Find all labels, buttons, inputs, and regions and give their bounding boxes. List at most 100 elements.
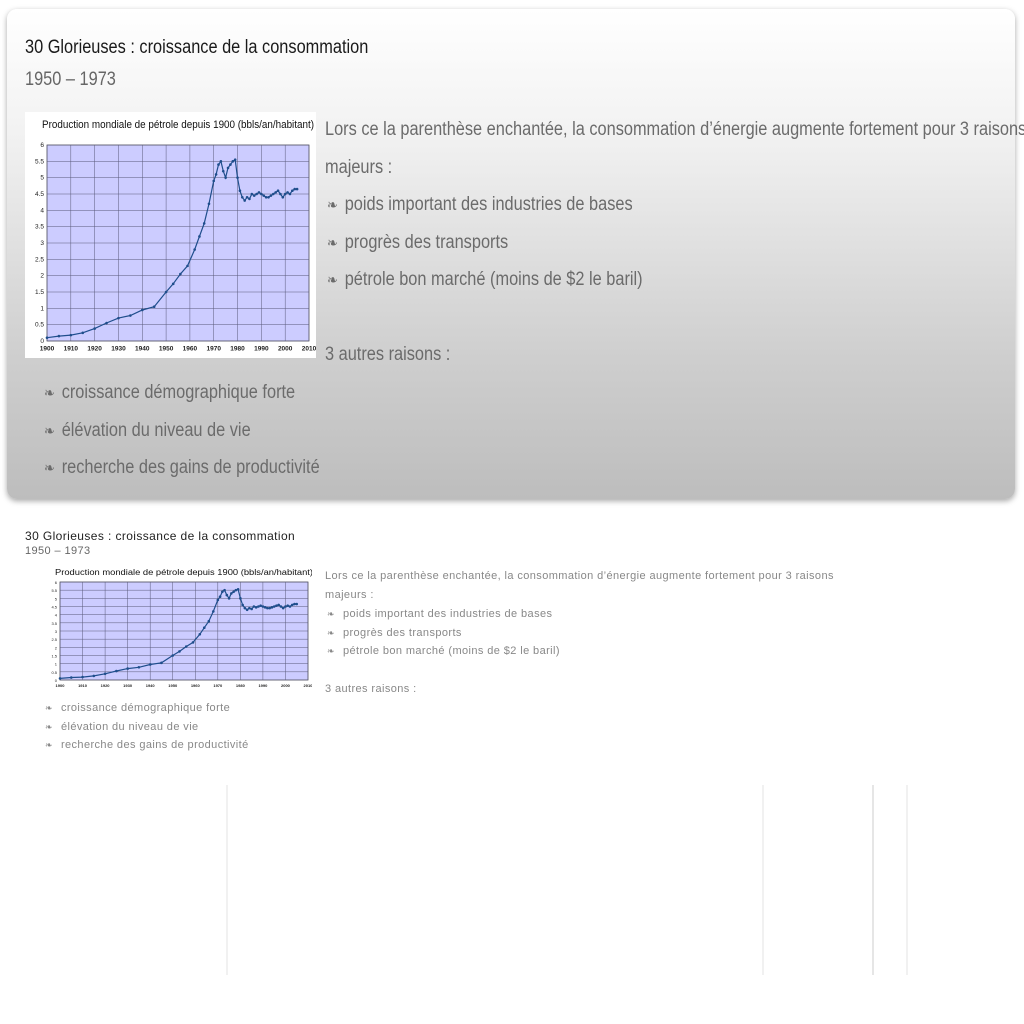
data-point xyxy=(257,191,261,194)
intro-line-2: majeurs : xyxy=(325,157,393,178)
data-point xyxy=(93,327,96,330)
oil-chart-small-svg: Production mondiale de pétrole depuis 19… xyxy=(51,568,313,688)
data-point xyxy=(223,588,226,592)
data-point xyxy=(225,593,229,597)
other-reason-label: croissance démographique forte xyxy=(61,382,296,403)
reason-label: pétrole bon marché (moins de $2 le baril… xyxy=(344,269,643,290)
data-point xyxy=(257,605,260,608)
outline-other-label: croissance démographique forte xyxy=(60,702,231,714)
y-tick-label: 4.5 xyxy=(51,605,57,610)
outline-other-label: recherche des gains de productivité xyxy=(60,739,249,751)
reason-item: ❧ progrès des transports xyxy=(327,232,508,254)
data-point xyxy=(179,272,182,276)
data-point xyxy=(281,606,285,610)
other-reason-item: ❧ croissance démographique forte xyxy=(44,382,295,404)
reason-item: ❧ poids important des industries de bases xyxy=(327,194,633,216)
data-point xyxy=(207,202,211,206)
data-point xyxy=(248,197,251,201)
data-point xyxy=(252,194,256,197)
data-point xyxy=(171,282,175,286)
outline-other-item: ❧ recherche des gains de productivité xyxy=(45,739,249,751)
x-tick-label: 2000 xyxy=(278,346,293,353)
data-point xyxy=(164,290,168,294)
data-point xyxy=(202,626,206,630)
slide-preview[interactable]: 30 Glorieuses : croissance de la consomm… xyxy=(7,9,1024,499)
data-point xyxy=(198,235,201,238)
outline-reason-label: poids important des industries de bases xyxy=(342,608,553,620)
data-point xyxy=(219,160,223,163)
data-point xyxy=(279,192,282,196)
data-point xyxy=(286,604,290,607)
reason-item: ❧ pétrole bon marché (moins de $2 le bari… xyxy=(327,269,643,291)
bullet-icon: ❧ xyxy=(327,628,335,638)
data-point xyxy=(270,606,274,609)
data-point xyxy=(295,602,299,606)
y-tick-label: 3 xyxy=(55,629,58,634)
y-tick-label: 0.5 xyxy=(51,670,57,675)
outline-reason-label: pétrole bon marché (moins de $2 le baril… xyxy=(342,645,560,657)
data-point xyxy=(105,321,108,325)
data-point xyxy=(58,677,62,680)
data-point xyxy=(245,195,249,199)
y-tick-label: 3.5 xyxy=(35,224,44,231)
chart-title: Production mondiale de pétrole depuis 19… xyxy=(55,568,312,577)
other-reasons-heading: 3 autres raisons : xyxy=(325,344,451,365)
data-point xyxy=(202,222,206,225)
data-point xyxy=(254,606,258,609)
data-point xyxy=(264,195,268,199)
other-reason-item: ❧ élévation du niveau de vie xyxy=(44,420,251,442)
x-tick-label: 1910 xyxy=(78,683,88,688)
data-point xyxy=(218,595,222,598)
data-point xyxy=(234,588,238,592)
data-point xyxy=(212,610,215,613)
x-tick-label: 1960 xyxy=(191,683,201,688)
y-tick-label: 1.5 xyxy=(51,654,57,659)
y-tick-label: 4 xyxy=(40,207,44,214)
data-point xyxy=(293,187,297,191)
data-point xyxy=(272,605,276,608)
outline-intro-line-2: majeurs : xyxy=(325,589,374,601)
data-point xyxy=(238,189,242,193)
y-tick-label: 0 xyxy=(40,338,44,345)
data-point xyxy=(269,194,273,197)
oil-chart-small: Production mondiale de pétrole depuis 19… xyxy=(40,566,313,692)
bullet-icon: ❧ xyxy=(327,235,338,252)
data-point xyxy=(261,605,265,608)
x-tick-label: 2010 xyxy=(304,683,312,688)
y-tick-label: 1 xyxy=(55,662,58,667)
outline-reason-label: progrès des transports xyxy=(342,627,462,639)
data-point xyxy=(279,605,283,608)
y-tick-label: 5.5 xyxy=(35,158,44,165)
x-tick-label: 1900 xyxy=(40,346,55,353)
data-point xyxy=(198,632,202,636)
data-point xyxy=(214,173,218,176)
divider xyxy=(762,785,764,975)
x-tick-label: 1920 xyxy=(87,346,102,353)
data-point xyxy=(243,199,246,202)
x-tick-label: 1970 xyxy=(206,346,221,353)
y-tick-label: 3 xyxy=(40,240,44,247)
data-point xyxy=(236,176,239,179)
data-point xyxy=(115,669,118,673)
y-tick-label: 3.5 xyxy=(51,621,57,626)
data-point xyxy=(81,331,85,335)
y-tick-label: 1.5 xyxy=(35,289,44,296)
x-tick-label: 1990 xyxy=(254,346,269,353)
outline-reason-item: ❧ pétrole bon marché (moins de $2 le bari… xyxy=(327,645,560,657)
data-point xyxy=(92,674,96,678)
y-tick-label: 2.5 xyxy=(51,637,57,642)
outline-other-label: élévation du niveau de vie xyxy=(60,721,199,733)
oil-chart-svg: Production mondiale de pétrole depuis 19… xyxy=(35,119,317,353)
data-point xyxy=(217,163,220,166)
divider xyxy=(906,785,908,975)
data-point xyxy=(248,606,251,610)
data-point xyxy=(274,191,277,194)
data-point xyxy=(288,192,292,196)
bullet-icon: ❧ xyxy=(45,722,53,732)
data-point xyxy=(262,194,266,197)
y-tick-label: 4 xyxy=(55,613,58,618)
data-point xyxy=(221,590,224,594)
x-tick-label: 1950 xyxy=(159,346,174,353)
data-point xyxy=(232,590,235,594)
data-point xyxy=(69,333,73,337)
